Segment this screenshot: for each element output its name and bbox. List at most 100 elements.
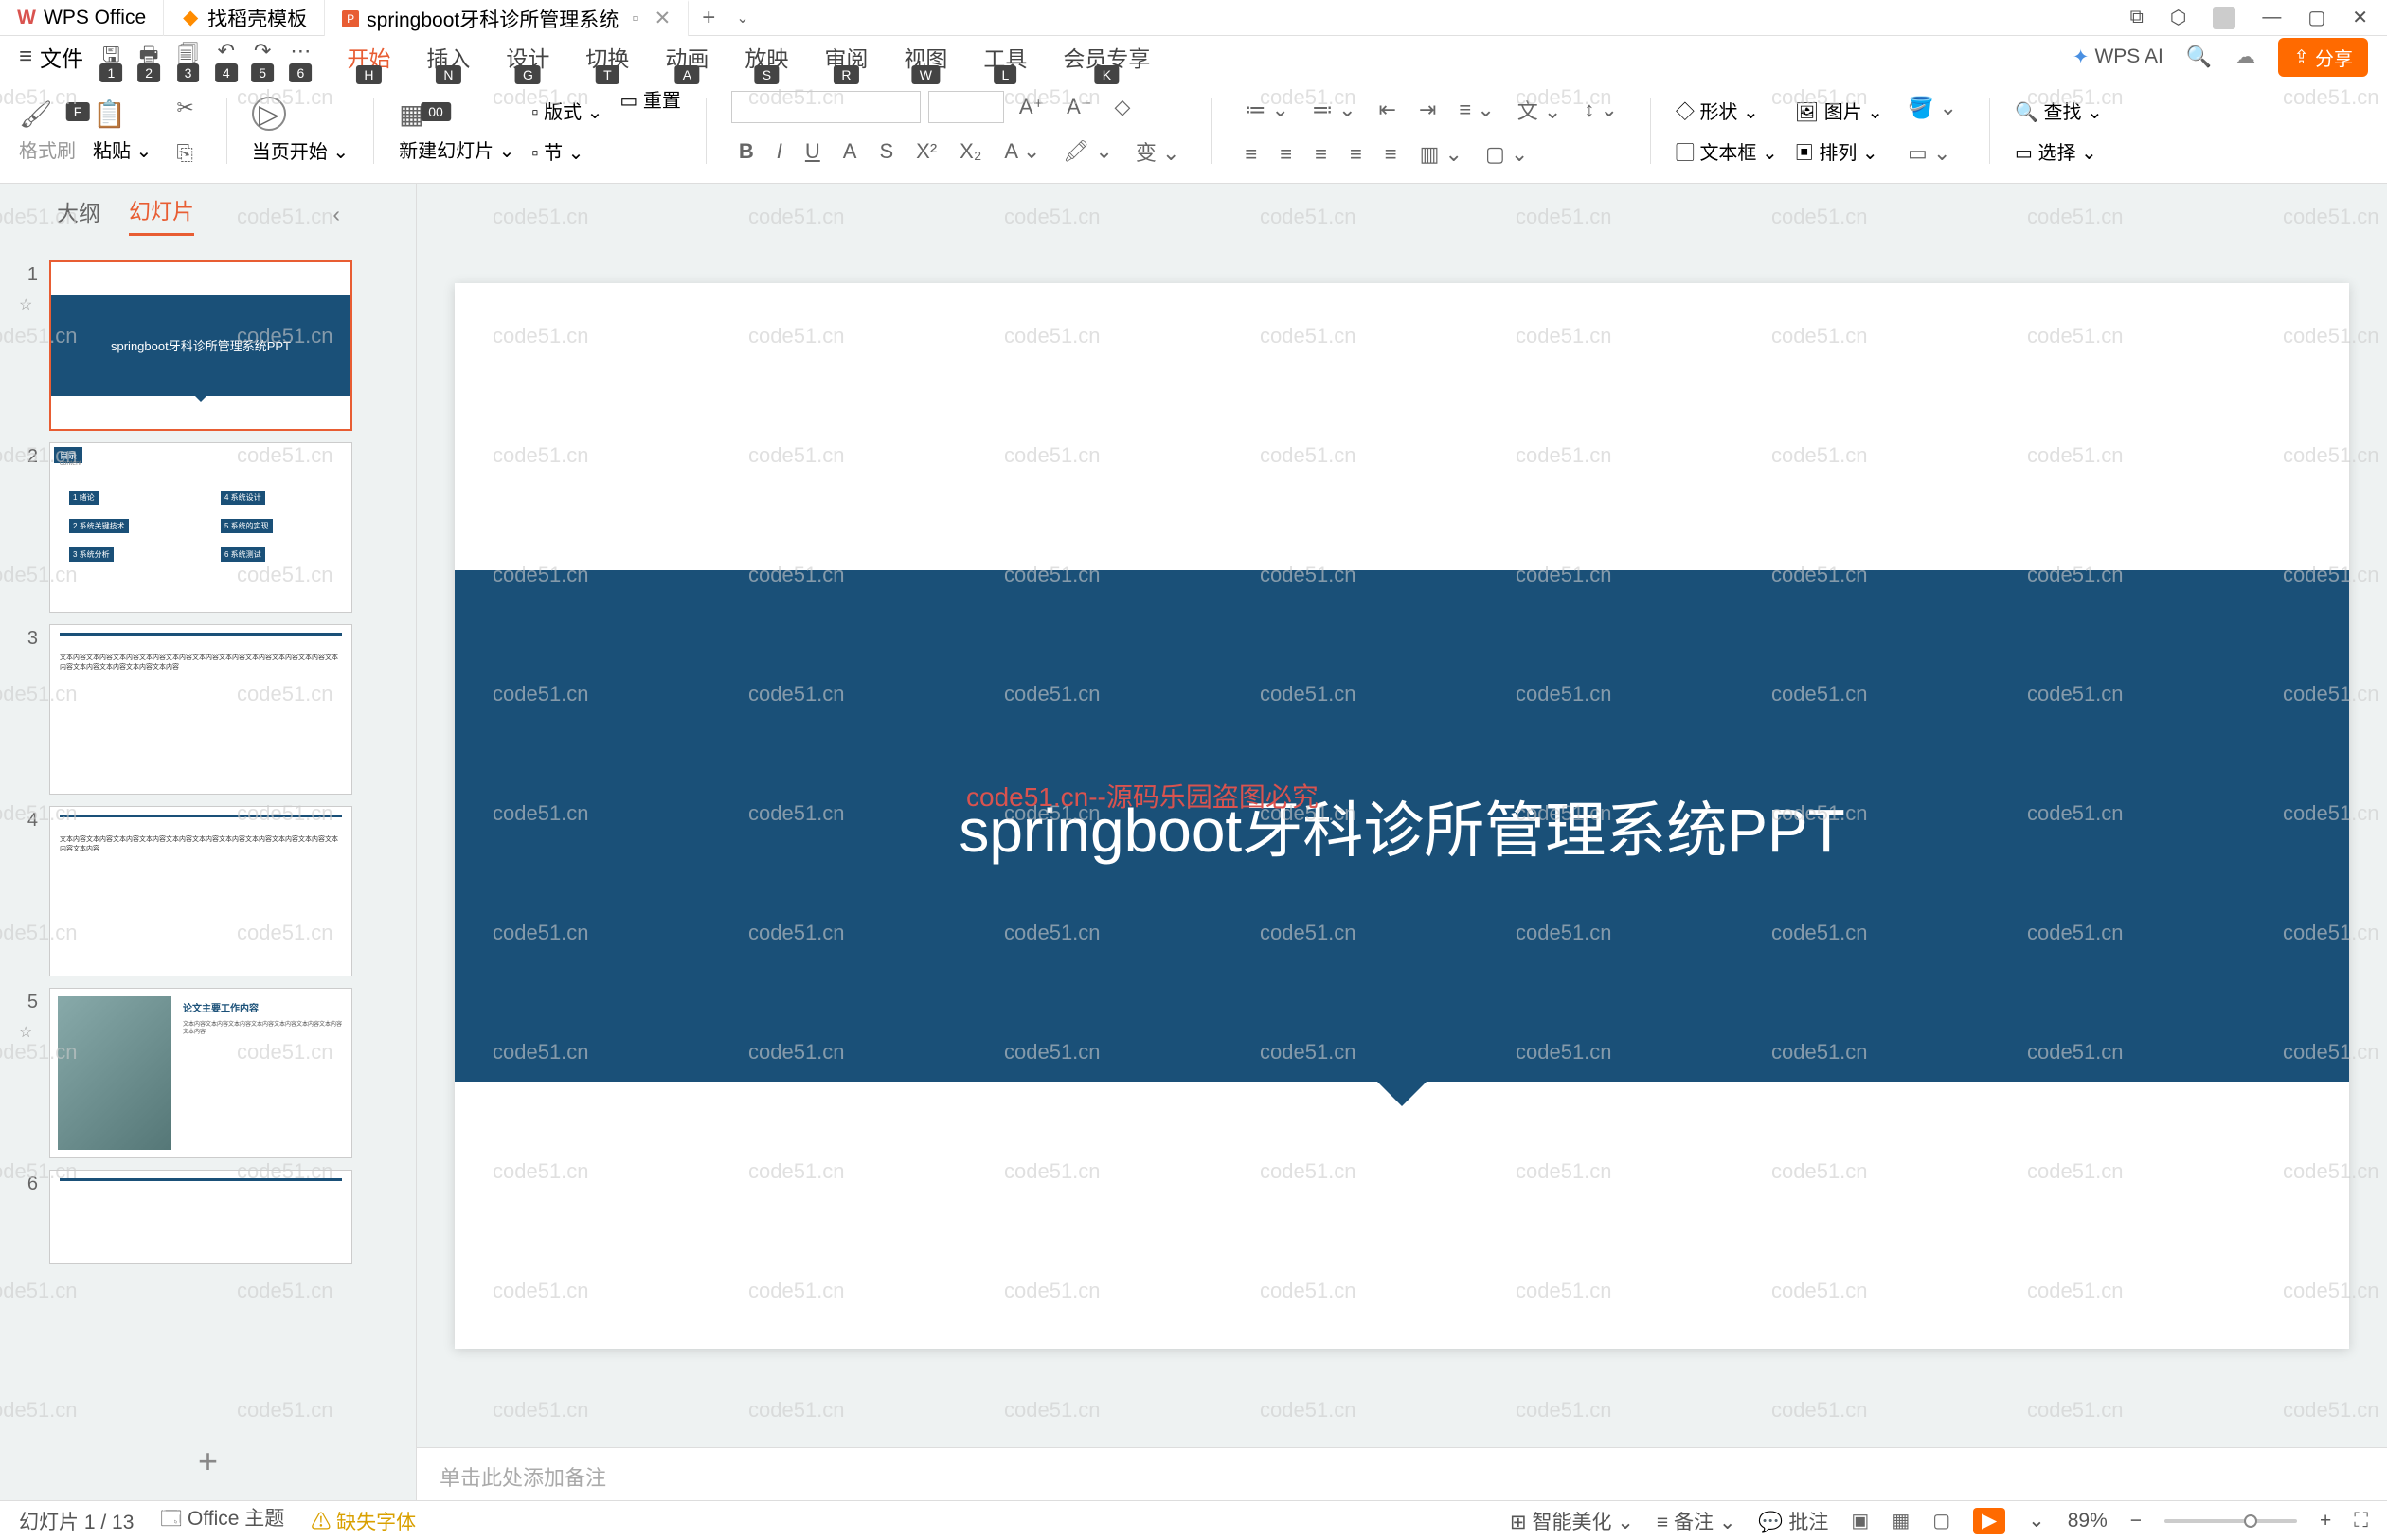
increase-font-icon[interactable]: A⁺ bbox=[1012, 91, 1051, 123]
shape-fill-icon[interactable]: 🪣 ⌄ bbox=[1900, 92, 1965, 124]
new-slide-label[interactable]: 新建幻灯片 ⌄ bbox=[399, 135, 514, 163]
fit-icon[interactable]: ⛶ bbox=[2354, 1510, 2368, 1532]
layout-button[interactable]: ▫ 版式 ⌄ bbox=[531, 97, 602, 124]
highlight-icon[interactable]: 🖍 ⌄ bbox=[1055, 135, 1120, 168]
align-center-icon[interactable]: ≡ bbox=[1272, 138, 1300, 170]
tab-member[interactable]: 会员专享K bbox=[1063, 41, 1150, 73]
bold-icon[interactable]: B bbox=[731, 135, 762, 168]
superscript-icon[interactable]: X² bbox=[908, 135, 944, 168]
thumb-row-4[interactable]: 4 文本内容文本内容文本内容文本内容文本内容文本内容文本内容文本内容文本内容文本… bbox=[0, 800, 416, 982]
zoom-in-icon[interactable]: + bbox=[2320, 1510, 2331, 1532]
zoom-out-icon[interactable]: − bbox=[2130, 1510, 2142, 1532]
image-button[interactable]: 🖼 图片 ⌄ bbox=[1795, 97, 1883, 124]
thumb-5[interactable]: 论文主要工作内容 文本内容文本内容文本内容文本内容文本内容文本内容文本内容文本内… bbox=[49, 988, 352, 1158]
undo-icon[interactable]: ↶4 bbox=[218, 39, 235, 75]
strike-icon[interactable]: S bbox=[871, 135, 901, 168]
indent-inc-icon[interactable]: ⇥ bbox=[1411, 94, 1444, 126]
align-left-icon[interactable]: ≡ bbox=[1237, 138, 1265, 170]
thumb-row-5[interactable]: 5 ☆ 论文主要工作内容 文本内容文本内容文本内容文本内容文本内容文本内容文本内… bbox=[0, 982, 416, 1164]
collapse-icon[interactable]: ‹ bbox=[332, 202, 340, 227]
slideshow-dropdown[interactable]: ⌄ bbox=[2028, 1509, 2045, 1532]
font-size-select[interactable] bbox=[928, 91, 1004, 123]
maximize-icon[interactable]: ▢ bbox=[2307, 6, 2325, 29]
tab-template[interactable]: ◆ 找稻壳模板 bbox=[164, 0, 325, 36]
thumb-row-3[interactable]: 3 文本内容文本内容文本内容文本内容文本内容文本内容文本内容文本内容文本内容文本… bbox=[0, 618, 416, 800]
close-icon[interactable]: ✕ bbox=[655, 7, 672, 30]
cube-icon[interactable]: ⬡ bbox=[2170, 6, 2186, 29]
search-icon[interactable]: 🔍 bbox=[2186, 45, 2212, 69]
zoom-value[interactable]: 89% bbox=[2068, 1510, 2108, 1532]
tab-animation[interactable]: 动画A bbox=[665, 41, 709, 73]
subscript-icon[interactable]: X₂ bbox=[952, 135, 989, 168]
share-button[interactable]: ⇪ 分享 bbox=[2278, 38, 2368, 77]
tab-start[interactable]: 开始H bbox=[347, 41, 390, 73]
text-direction-icon[interactable]: 文 ⌄ bbox=[1510, 91, 1570, 129]
reset-button[interactable]: ▭ 重置 bbox=[619, 85, 680, 113]
missing-font-indicator[interactable]: ⚠ 缺失字体 bbox=[311, 1507, 416, 1535]
notes-pane[interactable]: 单击此处添加备注 bbox=[417, 1447, 2387, 1500]
tab-slides[interactable]: 幻灯片 bbox=[129, 193, 194, 236]
decrease-font-icon[interactable]: A⁻ bbox=[1059, 91, 1099, 123]
comment-button[interactable]: 💬 批注 bbox=[1758, 1507, 1828, 1535]
tab-wps-office[interactable]: W WPS Office bbox=[0, 0, 164, 36]
cut-icon[interactable]: ✂ bbox=[169, 92, 201, 124]
font-color-icon[interactable]: A ⌄ bbox=[996, 135, 1048, 168]
paste-label[interactable]: 粘贴 ⌄ bbox=[93, 135, 152, 163]
wps-ai-button[interactable]: ✦ WPS AI bbox=[2073, 45, 2163, 69]
copy-icon[interactable]: ⎘ bbox=[169, 137, 201, 170]
add-slide-button[interactable]: + bbox=[0, 1423, 416, 1500]
play-icon[interactable]: ▷ bbox=[252, 97, 286, 131]
reading-view-icon[interactable]: ▢ bbox=[1932, 1509, 1950, 1532]
tab-document[interactable]: P springboot牙科诊所管理系统 ▫ ✕ bbox=[325, 0, 689, 36]
numbering-icon[interactable]: ≕ ⌄ bbox=[1304, 94, 1364, 126]
print-preview-icon[interactable]: 🗐3 bbox=[178, 39, 199, 75]
zoom-slider[interactable] bbox=[2164, 1519, 2297, 1523]
new-tab-button[interactable]: + bbox=[689, 5, 728, 31]
sorter-view-icon[interactable]: ▦ bbox=[1892, 1509, 1910, 1532]
tab-tools[interactable]: 工具L bbox=[983, 41, 1027, 73]
thumb-4[interactable]: 文本内容文本内容文本内容文本内容文本内容文本内容文本内容文本内容文本内容文本内容… bbox=[49, 806, 352, 976]
indent-dec-icon[interactable]: ⇤ bbox=[1372, 94, 1404, 126]
thumb-6[interactable] bbox=[49, 1170, 352, 1264]
beautify-button[interactable]: ⊞ 智能美化 ⌄ bbox=[1510, 1507, 1634, 1535]
thumb-1[interactable]: springboot牙科诊所管理系统PPT bbox=[49, 260, 352, 431]
font-family-select[interactable] bbox=[731, 91, 921, 123]
underline-icon[interactable]: U bbox=[798, 135, 828, 168]
theme-indicator[interactable]: 🗔 Office 主题 bbox=[160, 1503, 284, 1538]
close-window-icon[interactable]: ✕ bbox=[2352, 6, 2368, 29]
italic-icon[interactable]: I bbox=[769, 135, 790, 168]
star-icon[interactable]: ☆ bbox=[19, 1023, 38, 1042]
bullets-icon[interactable]: ≔ ⌄ bbox=[1237, 94, 1297, 126]
normal-view-icon[interactable]: ▣ bbox=[1851, 1509, 1869, 1532]
convert-icon[interactable]: ▢ ⌄ bbox=[1478, 138, 1535, 170]
arrange-button[interactable]: ▣ 排列 ⌄ bbox=[1795, 137, 1883, 165]
clear-format-icon[interactable]: ◇ bbox=[1106, 91, 1138, 123]
tab-insert[interactable]: 插入N bbox=[426, 41, 470, 73]
print-icon[interactable]: 🖶2 bbox=[139, 39, 159, 75]
justify-icon[interactable]: ≡ bbox=[1342, 138, 1370, 170]
note-button[interactable]: ≡ 备注 ⌄ bbox=[1657, 1507, 1736, 1535]
columns-icon[interactable]: ▥ ⌄ bbox=[1412, 138, 1470, 170]
thumb-row-1[interactable]: 1 ☆ springboot牙科诊所管理系统PPT bbox=[0, 255, 416, 437]
new-slide-icon[interactable]: ▦ bbox=[399, 98, 514, 130]
change-case-icon[interactable]: 变 ⌄ bbox=[1128, 133, 1188, 170]
textbox-button[interactable]: ▢ 文本框 ⌄ bbox=[1676, 137, 1778, 165]
tab-dropdown[interactable]: ⌄ bbox=[728, 9, 756, 27]
align-text-icon[interactable]: ↕ ⌄ bbox=[1576, 94, 1625, 126]
tab-design[interactable]: 设计G bbox=[506, 41, 549, 73]
section-button[interactable]: ▫ 节 ⌄ bbox=[531, 137, 602, 165]
avatar[interactable] bbox=[2213, 7, 2235, 29]
slide[interactable]: springboot牙科诊所管理系统PPT bbox=[455, 283, 2349, 1349]
redo-icon[interactable]: ↷5 bbox=[254, 39, 271, 75]
thumb-row-6[interactable]: 6 bbox=[0, 1164, 416, 1270]
tab-transition[interactable]: 切换T bbox=[585, 41, 629, 73]
save-icon[interactable]: 🖫1 bbox=[102, 39, 120, 75]
tab-menu-icon[interactable]: ▫ bbox=[632, 8, 638, 30]
shape-button[interactable]: ◇ 形状 ⌄ bbox=[1676, 97, 1778, 124]
strikethrough-icon[interactable]: A bbox=[835, 135, 865, 168]
distribute-icon[interactable]: ≡ bbox=[1377, 138, 1405, 170]
tab-review[interactable]: 审阅R bbox=[824, 41, 868, 73]
canvas-scroll[interactable]: springboot牙科诊所管理系统PPT bbox=[417, 184, 2387, 1447]
line-spacing-icon[interactable]: ≡ ⌄ bbox=[1451, 94, 1501, 126]
cloud-icon[interactable]: ☁ bbox=[2234, 45, 2255, 69]
